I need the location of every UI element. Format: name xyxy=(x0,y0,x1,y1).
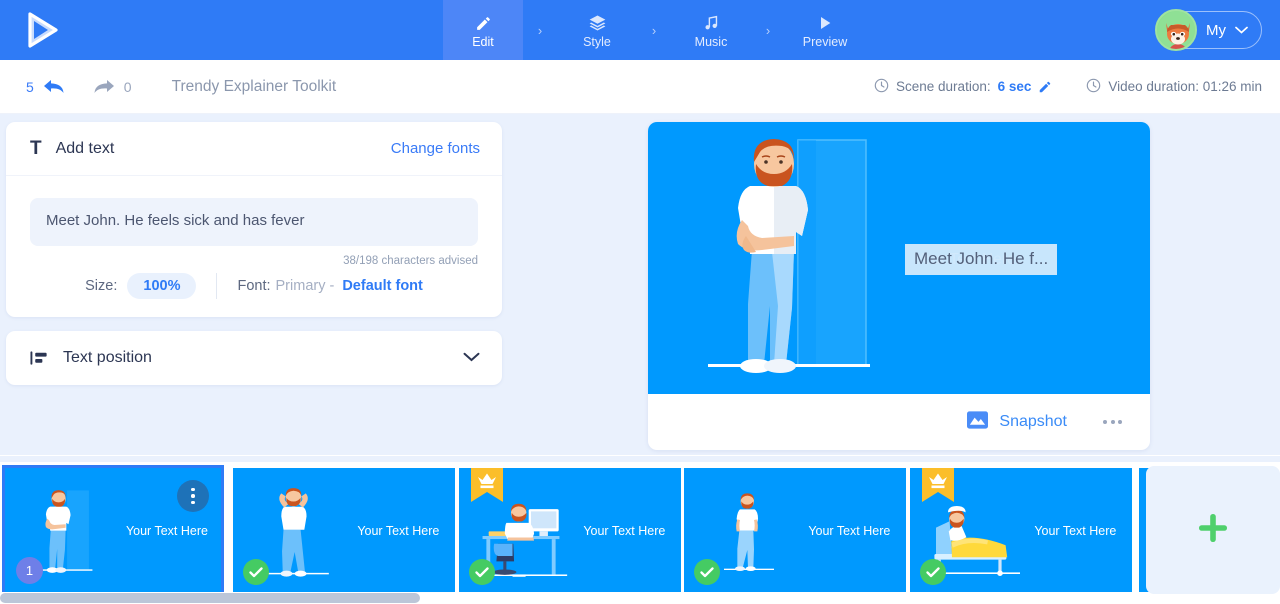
nav-step-label: Preview xyxy=(802,34,848,49)
scene-thumbnail-1[interactable]: Your Text Here 1 xyxy=(2,465,224,597)
more-horizontal-icon[interactable] xyxy=(1097,414,1128,430)
clock-icon xyxy=(1086,78,1101,96)
thumbnail-text: Your Text Here xyxy=(808,524,891,538)
snapshot-button[interactable]: Snapshot xyxy=(967,410,1067,434)
duration-info: Scene duration: 6 sec Video duration: 01… xyxy=(874,78,1262,96)
nav-step-music[interactable]: Music xyxy=(671,0,751,60)
nav-step-label: Style xyxy=(583,34,611,49)
play-icon xyxy=(817,12,833,32)
nav-step-preview[interactable]: Preview xyxy=(785,0,865,60)
nav-step-style[interactable]: Style xyxy=(557,0,637,60)
thumbnail-text: Your Text Here xyxy=(1034,524,1117,538)
app-logo[interactable] xyxy=(12,0,74,60)
canvas-text-box[interactable]: Meet John. He f... xyxy=(905,244,1058,275)
scene-duration: Scene duration: 6 sec xyxy=(874,78,1052,96)
history-controls: 5 0 xyxy=(26,77,132,97)
text-style-row: Size: 100% Font: Primary - Default font xyxy=(30,273,478,299)
project-title[interactable]: Trendy Explainer Toolkit xyxy=(172,78,337,96)
music-note-icon xyxy=(703,12,720,32)
chevron-down-icon xyxy=(1235,21,1248,39)
scene-thumbnail-4[interactable]: Your Text Here xyxy=(684,468,906,594)
text-position-title: Text position xyxy=(63,349,152,366)
preview-panel: Your Text Here Meet John. He f... Snapsh… xyxy=(648,122,1150,450)
thumbnail-text: Your Text Here xyxy=(357,524,440,538)
text-position-card[interactable]: Text position xyxy=(6,331,502,385)
thumbnail-text: Your Text Here xyxy=(125,524,208,538)
redo-arrow-icon[interactable] xyxy=(92,77,116,97)
crown-ribbon-icon xyxy=(922,468,954,506)
divider xyxy=(216,273,218,299)
add-text-body: 38/198 characters advised Size: 100% Fon… xyxy=(6,176,502,317)
wizard-steps: Edit › Style › Music › Preview xyxy=(443,0,865,60)
scene-filmstrip: Your Text Here 1 Your Text Here Your Tex… xyxy=(0,462,1280,604)
chevron-down-icon[interactable] xyxy=(463,349,480,367)
add-scene-button[interactable] xyxy=(1146,466,1280,594)
scene-thumbnail-2[interactable]: Your Text Here xyxy=(233,468,455,594)
scene-complete-badge xyxy=(920,559,946,585)
font-default-link[interactable]: Default font xyxy=(342,278,423,294)
scene-thumbnail-3[interactable]: Your Text Here xyxy=(459,468,681,594)
scene-duration-value: 6 sec xyxy=(997,79,1032,94)
nav-step-label: Edit xyxy=(472,34,494,49)
add-text-header: T Add text Change fonts xyxy=(6,122,502,176)
undo-arrow-icon[interactable] xyxy=(42,77,66,97)
filmstrip-divider xyxy=(0,455,1280,456)
step-separator: › xyxy=(651,22,657,38)
pencil-icon xyxy=(475,12,492,32)
crown-ribbon-icon xyxy=(471,468,503,506)
undo-count: 5 xyxy=(26,78,34,95)
fox-avatar xyxy=(1155,9,1197,51)
nav-step-edit[interactable]: Edit xyxy=(443,0,523,60)
snapshot-label: Snapshot xyxy=(999,413,1067,430)
nav-step-label: Music xyxy=(694,34,728,49)
size-label: Size: xyxy=(85,278,118,294)
scene-illustration xyxy=(708,139,870,373)
more-vertical-icon[interactable] xyxy=(177,480,209,512)
scene-complete-badge xyxy=(469,559,495,585)
text-format-icon: T xyxy=(30,137,42,159)
video-duration: Video duration: 01:26 min xyxy=(1086,78,1262,96)
redo-count: 0 xyxy=(123,78,132,95)
change-fonts-link[interactable]: Change fonts xyxy=(391,140,480,157)
user-menu[interactable]: My xyxy=(1155,9,1262,51)
layers-icon xyxy=(588,12,607,32)
step-separator: › xyxy=(537,22,543,38)
project-toolbar: 5 0 Trendy Explainer Toolkit Scene durat… xyxy=(0,60,1280,114)
video-duration-label: Video duration: 01:26 min xyxy=(1108,79,1262,94)
pencil-edit-icon[interactable] xyxy=(1038,80,1052,94)
step-separator: › xyxy=(765,22,771,38)
scene-canvas[interactable]: Your Text Here Meet John. He f... xyxy=(648,122,1150,394)
size-value[interactable]: 100% xyxy=(127,273,197,299)
left-panel: T Add text Change fonts 38/198 character… xyxy=(6,122,502,385)
scene-thumbnail-5[interactable]: Your Text Here xyxy=(910,468,1132,594)
add-text-card: T Add text Change fonts 38/198 character… xyxy=(6,122,502,317)
preview-actions: Snapshot xyxy=(648,394,1150,450)
scene-complete-badge xyxy=(243,559,269,585)
filmstrip-scrollbar-thumb[interactable] xyxy=(0,593,420,603)
align-left-icon xyxy=(30,350,49,366)
thumbnail-text: Your Text Here xyxy=(583,524,666,538)
user-name: My xyxy=(1206,21,1226,39)
font-label: Font: xyxy=(237,278,271,294)
add-text-title: Add text xyxy=(55,139,115,157)
image-photo-icon xyxy=(967,410,989,434)
scene-duration-label: Scene duration: xyxy=(896,79,991,94)
scene-complete-badge xyxy=(694,559,720,585)
clock-icon xyxy=(874,78,889,96)
thumbnail-illustration xyxy=(724,493,774,571)
scene-text-input[interactable] xyxy=(30,198,478,246)
thumbnail-illustration xyxy=(265,488,329,577)
plus-icon xyxy=(1195,510,1231,551)
top-header: Edit › Style › Music › Preview My xyxy=(0,0,1280,60)
scene-number-badge: 1 xyxy=(16,557,43,584)
filmstrip-scrollbar-track[interactable] xyxy=(0,592,1280,604)
font-primary-label: Primary - xyxy=(275,278,335,294)
character-count: 38/198 characters advised xyxy=(343,255,478,267)
